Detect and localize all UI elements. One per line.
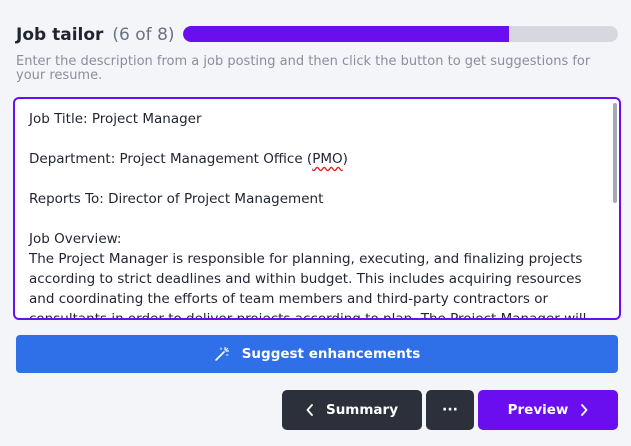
summary-button-label: Summary (325, 402, 399, 418)
reports-to-line: Reports To: Director of Project Manageme… (29, 191, 324, 207)
overview-heading-line: Job Overview: (29, 231, 122, 247)
preview-next-button[interactable]: Preview (478, 390, 618, 430)
summary-back-button[interactable]: Summary (282, 390, 422, 430)
overview-body-text: The Project Manager is responsible for p… (29, 251, 587, 320)
suggest-enhancements-button[interactable]: Suggest enhancements (16, 335, 618, 373)
ellipsis-icon: ··· (442, 402, 458, 418)
chevron-right-icon (580, 404, 588, 416)
job-title-line: Job Title: Project Manager (29, 111, 202, 127)
job-description-textarea[interactable]: Job Title: Project Manager Department: Pr… (13, 97, 621, 320)
step-count: (6 of 8) (112, 25, 175, 45)
progress-bar-fill (183, 26, 510, 42)
magic-wand-icon (214, 346, 229, 361)
preview-button-label: Preview (507, 402, 569, 418)
spellcheck-flag: PMO (312, 151, 343, 167)
job-description-text[interactable]: Job Title: Project Manager Department: Pr… (29, 109, 605, 320)
textarea-scrollbar[interactable] (613, 103, 617, 203)
more-options-button[interactable]: ··· (426, 390, 474, 430)
suggest-enhancements-label: Suggest enhancements (241, 346, 421, 362)
page-title: Job tailor (16, 25, 104, 45)
department-line: Department: Project Management Office (P… (29, 151, 348, 167)
progress-bar (183, 26, 618, 42)
chevron-left-icon (306, 404, 314, 416)
instruction-text: Enter the description from a job posting… (16, 54, 591, 83)
